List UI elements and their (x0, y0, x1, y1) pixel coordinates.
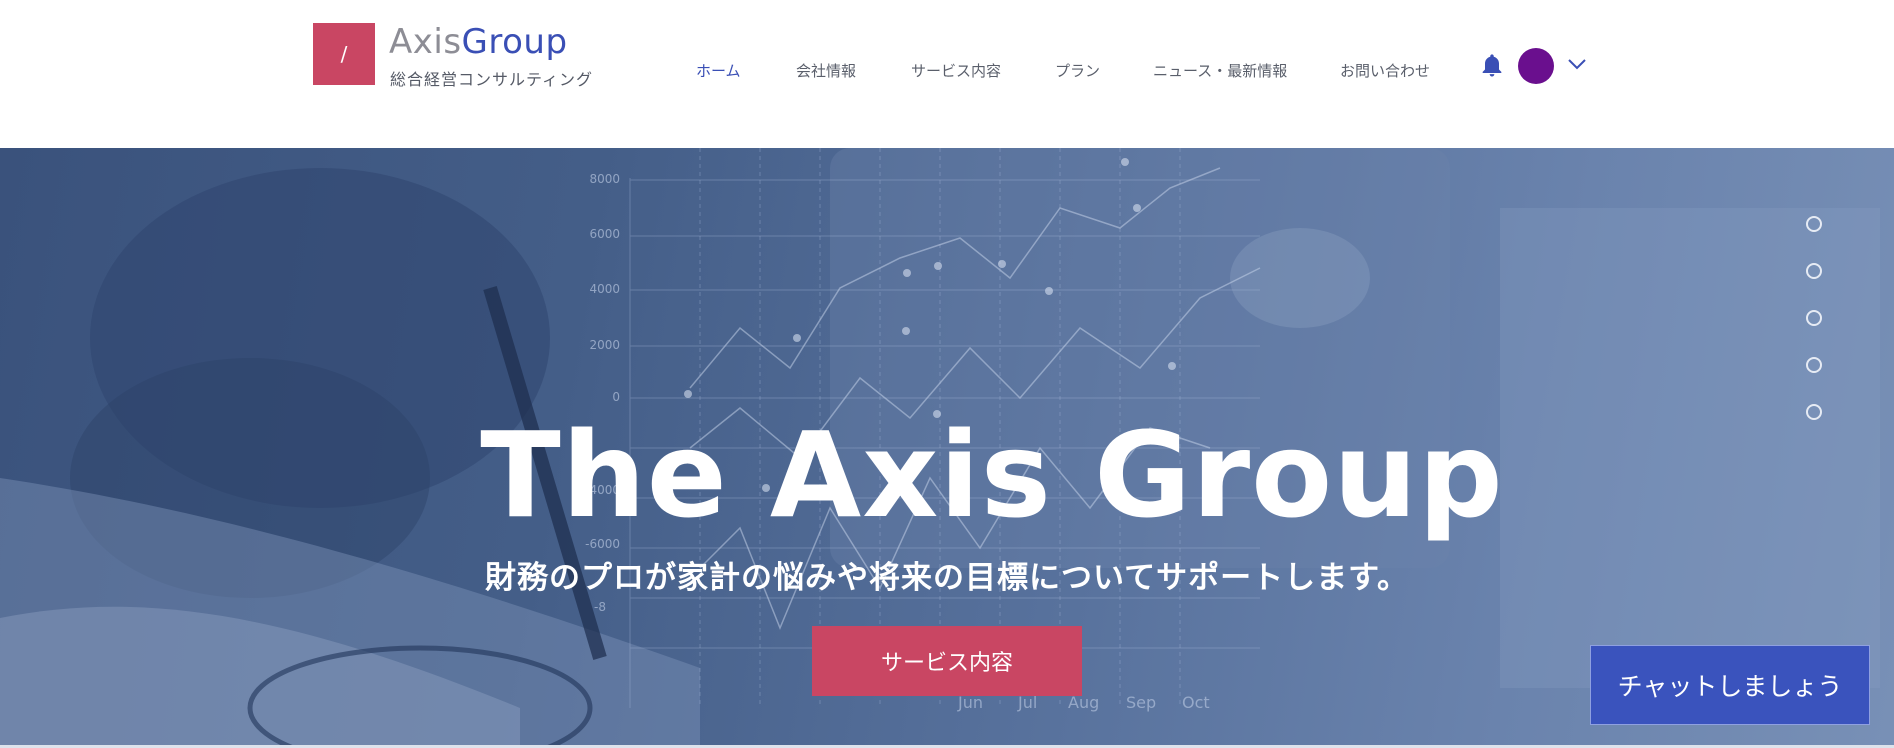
chat-button[interactable]: チャットしましょう (1590, 645, 1870, 725)
logo-mark[interactable]: / (313, 23, 375, 85)
nav-item-contact[interactable]: お問い合わせ (1340, 60, 1430, 81)
background-chart-y-ticks: 8000 6000 4000 2000 0 -4000 -6000 -8 (585, 172, 620, 614)
nav-item-company[interactable]: 会社情報 (796, 60, 856, 81)
page: / AxisGroup 総合経営コンサルティング ホーム 会社情報 サービス内容… (0, 0, 1894, 748)
hero-title: The Axis Group (480, 406, 1504, 544)
brand-name-part2: Group (461, 22, 568, 62)
avatar[interactable] (1518, 48, 1554, 84)
site-header: / AxisGroup 総合経営コンサルティング ホーム 会社情報 サービス内容… (0, 0, 1894, 148)
x-tick: Oct (1182, 693, 1210, 712)
x-tick: Sep (1126, 693, 1156, 712)
slide-dot-2[interactable] (1806, 263, 1822, 279)
y-tick: 2000 (589, 338, 620, 352)
slide-dot-5[interactable] (1806, 404, 1822, 420)
y-tick: 6000 (589, 227, 620, 241)
nav-item-news[interactable]: ニュース・最新情報 (1153, 60, 1287, 81)
hero-subtitle: 財務のプロが家計の悩みや将来の目標についてサポートします。 (485, 560, 1409, 596)
nav-item-home[interactable]: ホーム (696, 60, 741, 81)
slide-dot-3[interactable] (1806, 310, 1822, 326)
y-tick: 8000 (589, 172, 620, 186)
bell-icon[interactable] (1478, 52, 1506, 80)
hero-section: 8000 6000 4000 2000 0 -4000 -6000 -8 Jun… (0, 148, 1894, 745)
services-button[interactable]: サービス内容 (812, 626, 1082, 696)
slide-nav-dots (1806, 216, 1822, 420)
slide-dot-1[interactable] (1806, 216, 1822, 232)
slide-dot-4[interactable] (1806, 357, 1822, 373)
nav-item-services[interactable]: サービス内容 (911, 60, 1001, 81)
y-tick: 4000 (589, 282, 620, 296)
nav-item-plans[interactable]: プラン (1055, 60, 1100, 81)
y-tick: 0 (612, 390, 620, 404)
chevron-down-icon[interactable] (1566, 56, 1588, 72)
brand-name[interactable]: AxisGroup (389, 22, 568, 62)
brand-tagline: 総合経営コンサルティング (390, 70, 594, 89)
y-tick: -8 (594, 600, 606, 614)
brand-name-part1: Axis (389, 22, 462, 62)
